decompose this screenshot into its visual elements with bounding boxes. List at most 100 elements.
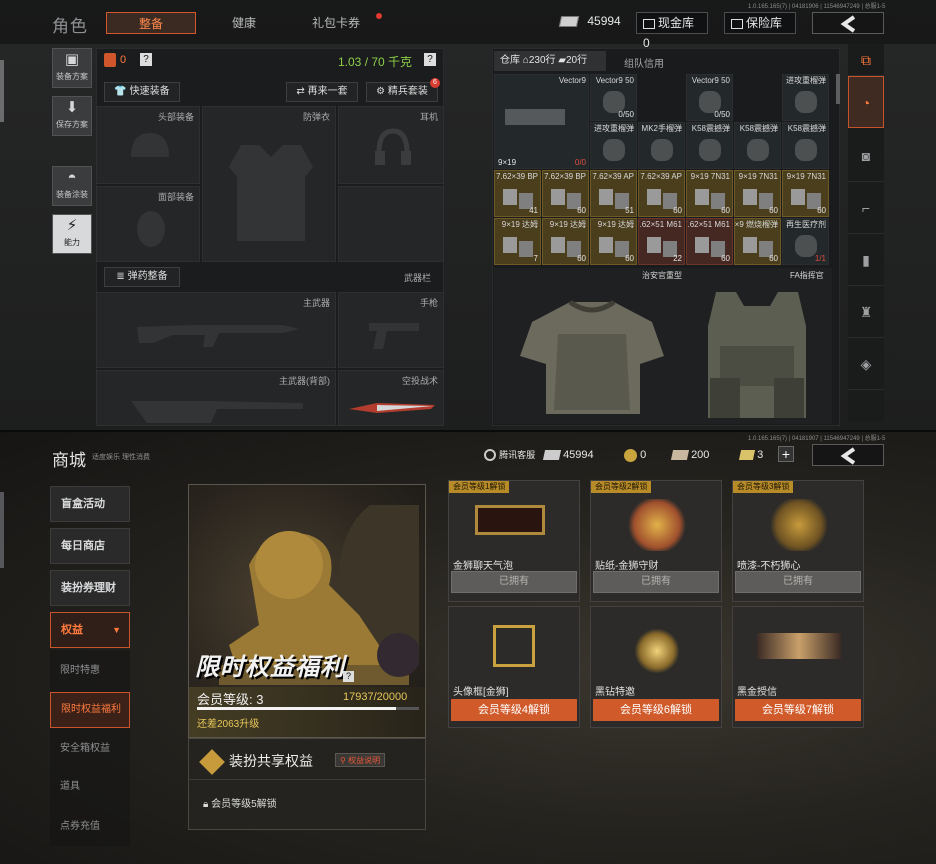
nav-daily-shop[interactable]: 每日商店 <box>50 528 130 564</box>
nav-items[interactable]: 道具 <box>50 770 130 806</box>
warehouse-tab[interactable]: 仓库 ⌂230行 ▰20行 <box>494 51 606 71</box>
ability-button[interactable]: ⚡ 能力 <box>52 214 92 254</box>
reward-card[interactable]: 会员等级1解锁 金狮聊天气泡 已拥有 <box>448 480 580 602</box>
ammo-prep-label: 弹药整备 <box>127 271 168 282</box>
safebox-label: 保险库 <box>746 16 783 30</box>
storage-item[interactable]: 7.62×51 M61 60 <box>686 218 733 265</box>
unlock-button[interactable]: 会员等级4解锁 <box>451 699 577 721</box>
back-weapon-slot[interactable]: 主武器(背部) <box>96 370 336 426</box>
unlock-level-tag: 会员等级3解锁 <box>733 481 794 493</box>
nav-limited-offer[interactable]: 限时特惠 <box>50 654 130 690</box>
left-edge-handle <box>0 60 4 122</box>
team-credit-tab[interactable]: 组队信用 <box>624 55 664 70</box>
notification-dot <box>376 13 382 19</box>
help-icon[interactable]: ? <box>140 53 152 66</box>
loadout-plan-button[interactable]: ▣ 装备方案 <box>52 48 92 88</box>
weight-help-icon[interactable]: ? <box>424 53 436 66</box>
again-button[interactable]: ⇄ 再来一套 <box>286 82 358 102</box>
storage-item[interactable]: 9×19 7N31 60 <box>686 170 733 217</box>
back-arrow-icon <box>840 447 856 465</box>
storage-item[interactable]: 9×19 达姆 7 <box>494 218 541 265</box>
upgrade-remaining: 还差2063升级 <box>197 719 260 730</box>
storage-item[interactable]: Vector9 50 0/50 <box>686 74 733 121</box>
customer-service-button[interactable]: 腾讯客服 <box>484 446 535 464</box>
storage-item[interactable]: 7.62×39 BP 41 <box>494 170 541 217</box>
shop-screen: 1.0.165.165(7) | 04181907 | 11546947249 … <box>0 432 936 864</box>
unlock-button[interactable]: 会员等级7解锁 <box>735 699 861 721</box>
armor-slot[interactable]: 防弹衣 <box>202 106 336 262</box>
reward-card[interactable]: 会员等级2解锁 贴纸-金狮守财 已拥有 <box>590 480 722 602</box>
storage-item[interactable]: Vector9 50 0/50 <box>590 74 637 121</box>
ammo-prep-button[interactable]: ≣ 弹药整备 <box>104 267 180 287</box>
tab-gift-coupons[interactable]: 礼包卡券 <box>300 12 372 34</box>
nav-benefits[interactable]: 权益 ▼ <box>50 612 130 648</box>
head-slot[interactable]: 头部装备 <box>96 106 200 184</box>
owned-button[interactable]: 已拥有 <box>593 571 719 593</box>
storage-item[interactable]: 7.62×39 AP 60 <box>638 170 685 217</box>
storage-item[interactable]: 9×19 7N31 60 <box>734 170 781 217</box>
benefit-info-button[interactable]: ⚲ 权益说明 <box>335 753 386 767</box>
storage-item[interactable]: 9×19 达姆 60 <box>542 218 589 265</box>
headset-silhouette-icon <box>375 128 411 165</box>
tab-gear[interactable]: 整备 <box>106 12 196 34</box>
cash-vault-button[interactable]: 现金库 0 <box>636 12 708 50</box>
category-medical-icon[interactable]: ♜ <box>848 286 884 338</box>
commander-vest-image[interactable] <box>692 286 822 422</box>
primary-weapon-slot[interactable]: 主武器 <box>96 292 336 368</box>
stack-icon[interactable]: ⧉ <box>848 44 884 76</box>
storage-item[interactable]: Vector9 0/0 9×19 <box>494 74 589 169</box>
storage-item[interactable]: K58震撼弹 <box>734 122 781 169</box>
gear-paint-button[interactable]: ◓ 装备涂装 <box>52 166 92 206</box>
storage-item[interactable]: 进攻重榴弹 <box>782 74 829 121</box>
category-magazine-icon[interactable]: ▮ <box>848 234 884 286</box>
elite-set-button[interactable]: ⚙ 精兵套装 <box>366 82 438 102</box>
safebox-button[interactable]: 保险库 <box>724 12 796 34</box>
category-gear-icon[interactable]: ◙ <box>848 130 884 182</box>
owned-button[interactable]: 已拥有 <box>735 571 861 593</box>
tab-health[interactable]: 健康 <box>214 12 274 34</box>
storage-item[interactable]: 7.62×39 BP 60 <box>542 170 589 217</box>
storage-item[interactable]: 9×19 7N31 60 <box>782 170 829 217</box>
reward-card[interactable]: 头像框[金狮] 会员等级4解锁 <box>448 606 580 728</box>
quick-equip-button[interactable]: 👕 快速装备 <box>104 82 180 102</box>
storage-item[interactable]: 9×19 达姆 60 <box>590 218 637 265</box>
pistol-slot[interactable]: 手枪 <box>338 292 444 368</box>
nav-recharge[interactable]: 点券充值 <box>50 810 130 846</box>
nav-blind-box[interactable]: 盲盒活动 <box>50 486 130 522</box>
face-slot[interactable]: 面部装备 <box>96 186 200 262</box>
storage-item[interactable]: 再生医疗剂 1/1 <box>782 218 829 265</box>
item-icon <box>695 237 709 253</box>
back-button[interactable] <box>812 12 884 34</box>
owned-button[interactable]: 已拥有 <box>451 571 577 593</box>
nav-limited-benefits[interactable]: 限时权益福利 <box>50 692 130 728</box>
category-helmet-icon[interactable]: ◔ <box>848 76 884 128</box>
primary-weapon-label: 主武器 <box>302 298 330 308</box>
reward-card[interactable]: 黑钻特邀 会员等级6解锁 <box>590 606 722 728</box>
storage-scrollbar[interactable] <box>836 74 840 104</box>
storage-item-name: 9×19 7N31 <box>786 172 826 181</box>
storage-item-quantity: 60 <box>577 206 586 215</box>
add-voucher-button[interactable]: + <box>778 446 794 462</box>
nav-skin-finance[interactable]: 装扮券理财 <box>50 570 130 606</box>
storage-item[interactable]: 进攻重榴弹 <box>590 122 637 169</box>
melee-slot[interactable]: 空投战术 <box>338 370 444 426</box>
category-rifle-icon[interactable]: ⌐ <box>848 182 884 234</box>
reward-name: 贴纸-金狮守财 <box>595 561 659 572</box>
nav-safebox-benefits[interactable]: 安全箱权益 <box>50 732 130 768</box>
storage-item[interactable]: MK2手榴弹 <box>638 122 685 169</box>
reward-card[interactable]: 黑金授信 会员等级7解锁 <box>732 606 864 728</box>
save-plan-button[interactable]: ⬇ 保存方案 <box>52 96 92 136</box>
heavy-armor-image[interactable] <box>512 294 672 422</box>
storage-item[interactable]: 7.62×51 M61 22 <box>638 218 685 265</box>
locked-benefit: 🔒︎ 会员等级5解锁 <box>203 795 277 810</box>
storage-item[interactable]: K58震撼弹 <box>782 122 829 169</box>
ear-slot[interactable]: 耳机 <box>338 106 444 184</box>
storage-item[interactable]: 35×9 燃烧榴弹 60 <box>734 218 781 265</box>
shop-back-button[interactable] <box>812 444 884 466</box>
storage-item[interactable]: K58震撼弹 <box>686 122 733 169</box>
reward-card[interactable]: 会员等级3解锁 喷漆-不朽狮心 已拥有 <box>732 480 864 602</box>
storage-item[interactable]: 7.62×39 AP 51 <box>590 170 637 217</box>
category-misc-icon[interactable]: ◈ <box>848 338 884 390</box>
help-icon[interactable]: ? <box>343 671 354 682</box>
unlock-button[interactable]: 会员等级6解锁 <box>593 699 719 721</box>
